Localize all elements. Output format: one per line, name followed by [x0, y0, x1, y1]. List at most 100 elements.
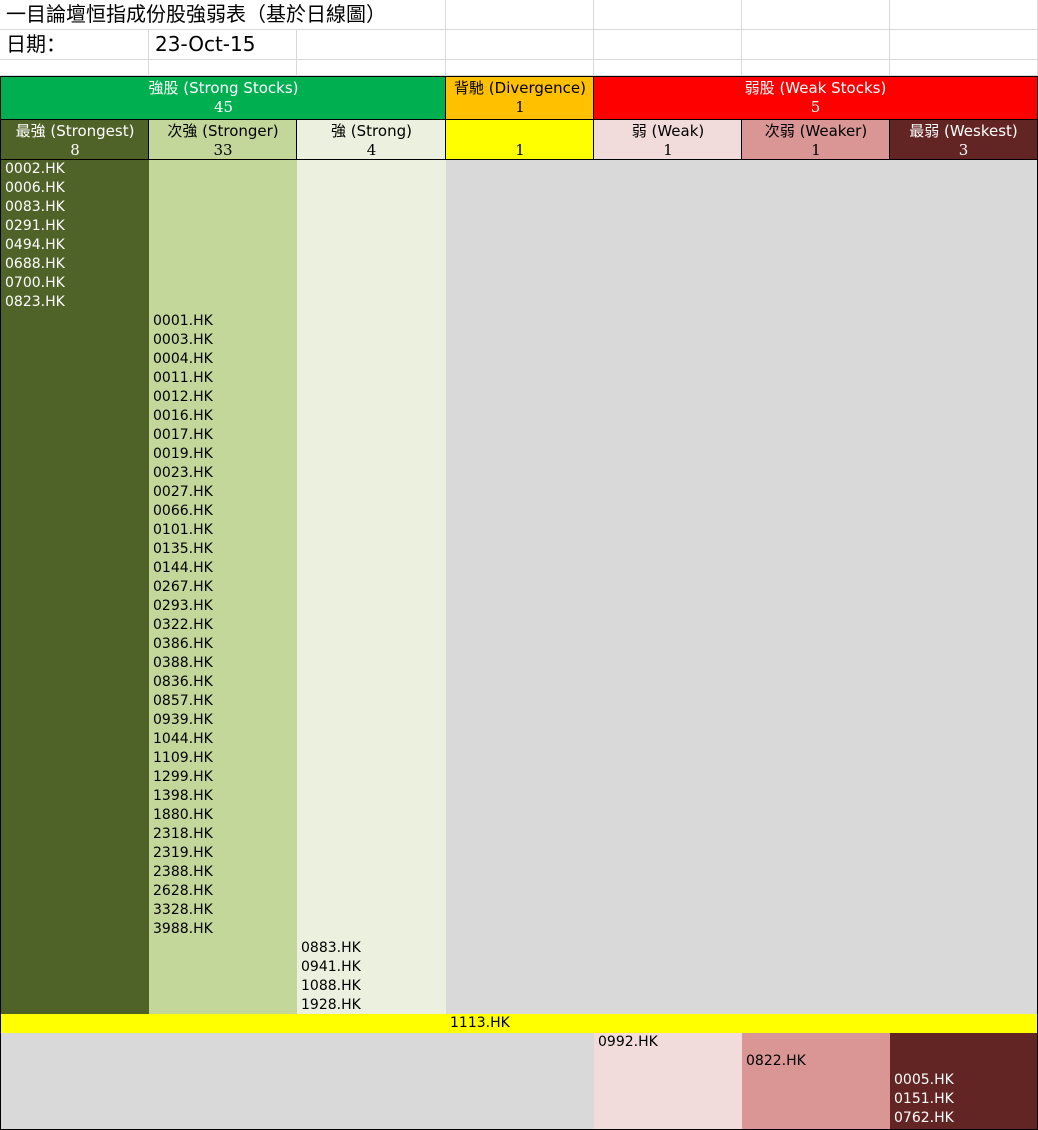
table-border — [741, 119, 742, 160]
table-border — [0, 76, 1038, 77]
empty-cell[interactable] — [0, 60, 149, 76]
stock-code[interactable]: 0836.HK — [149, 673, 297, 692]
stock-code[interactable]: 1398.HK — [149, 787, 297, 806]
empty-cell[interactable] — [594, 30, 742, 60]
stock-code[interactable]: 0293.HK — [149, 597, 297, 616]
empty-cell[interactable] — [594, 60, 742, 76]
empty-cell[interactable] — [742, 0, 890, 30]
empty-cell[interactable] — [446, 0, 594, 30]
empty-cell[interactable] — [149, 60, 297, 76]
stock-code[interactable]: 0992.HK — [594, 1033, 742, 1052]
stock-code[interactable]: 0883.HK — [297, 939, 446, 958]
stock-code[interactable]: 0002.HK — [1, 160, 149, 179]
stock-code[interactable]: 1044.HK — [149, 730, 297, 749]
empty-cell[interactable] — [890, 30, 1038, 60]
subheader-strong[interactable]: 強 (Strong) 4 — [297, 120, 446, 160]
subheader-divergence[interactable]: 1 — [446, 120, 594, 160]
stock-code[interactable]: 0027.HK — [149, 483, 297, 502]
subheader-label: 最強 (Strongest) — [15, 122, 135, 140]
stock-code[interactable]: 0941.HK — [297, 958, 446, 977]
stock-code[interactable]: 0700.HK — [1, 274, 149, 293]
subheader-weak[interactable]: 弱 (Weak) 1 — [594, 120, 742, 160]
stock-code[interactable]: 0023.HK — [149, 464, 297, 483]
sheet-title[interactable]: 一目論壇恒指成份股強弱表（基於日線圖） — [0, 0, 446, 30]
stock-code[interactable]: 2628.HK — [149, 882, 297, 901]
stock-code[interactable]: 1880.HK — [149, 806, 297, 825]
date-value[interactable]: 23-Oct-15 — [149, 30, 297, 60]
subheader-label: 最弱 (Weskest) — [909, 122, 1018, 140]
subheader-count: 4 — [366, 141, 377, 159]
subheader-label: 次弱 (Weaker) — [764, 122, 868, 140]
stock-code[interactable]: 1113.HK — [446, 1014, 594, 1033]
stock-code[interactable]: 0083.HK — [1, 198, 149, 217]
stock-code[interactable]: 0012.HK — [149, 388, 297, 407]
empty-cell[interactable] — [594, 0, 742, 30]
group-header-strong[interactable]: 強股 (Strong Stocks) 45 — [1, 77, 446, 120]
stock-code[interactable]: 0011.HK — [149, 369, 297, 388]
stock-code[interactable]: 2318.HK — [149, 825, 297, 844]
empty-cell[interactable] — [446, 30, 594, 60]
table-border — [296, 119, 297, 160]
stock-code[interactable]: 3988.HK — [149, 920, 297, 939]
stock-code[interactable]: 0101.HK — [149, 521, 297, 540]
empty-cell[interactable] — [446, 60, 594, 76]
group-header-weak[interactable]: 弱股 (Weak Stocks) 5 — [594, 77, 1037, 120]
stock-code[interactable]: 0151.HK — [890, 1090, 1037, 1109]
column-weaker — [742, 1033, 890, 1129]
stock-code[interactable]: 0291.HK — [1, 217, 149, 236]
empty-cell[interactable] — [297, 60, 446, 76]
stock-code[interactable]: 0016.HK — [149, 407, 297, 426]
date-label[interactable]: 日期： — [0, 30, 149, 60]
stock-code[interactable]: 1299.HK — [149, 768, 297, 787]
empty-region-right — [446, 160, 1037, 1014]
empty-cell[interactable] — [890, 0, 1038, 30]
group-label-strong: 強股 (Strong Stocks) — [148, 79, 299, 97]
stock-code[interactable]: 0823.HK — [1, 293, 149, 312]
stock-code[interactable]: 0135.HK — [149, 540, 297, 559]
stock-code[interactable]: 3328.HK — [149, 901, 297, 920]
group-count-weak: 5 — [810, 98, 821, 116]
stock-code[interactable]: 1088.HK — [297, 977, 446, 996]
table-border — [0, 159, 1038, 160]
stock-code[interactable]: 0857.HK — [149, 692, 297, 711]
spreadsheet: 一目論壇恒指成份股強弱表（基於日線圖） 日期： 23-Oct-15 強股 (St… — [0, 0, 1038, 1130]
group-count-divergence: 1 — [515, 98, 525, 116]
subheader-weaker[interactable]: 次弱 (Weaker) 1 — [742, 120, 890, 160]
stock-code[interactable]: 0939.HK — [149, 711, 297, 730]
stock-code[interactable]: 0822.HK — [742, 1052, 890, 1071]
stock-code[interactable]: 0004.HK — [149, 350, 297, 369]
stock-code[interactable]: 0066.HK — [149, 502, 297, 521]
stock-code[interactable]: 2319.HK — [149, 844, 297, 863]
empty-cell[interactable] — [890, 60, 1038, 76]
empty-cell[interactable] — [297, 30, 446, 60]
stock-code[interactable]: 0001.HK — [149, 312, 297, 331]
stock-code[interactable]: 0006.HK — [1, 179, 149, 198]
empty-cell[interactable] — [742, 30, 890, 60]
subheader-count: 8 — [70, 141, 80, 159]
stock-code[interactable]: 0762.HK — [890, 1109, 1037, 1128]
column-strong — [297, 160, 446, 1014]
stock-code[interactable]: 0388.HK — [149, 654, 297, 673]
stock-code[interactable]: 0005.HK — [890, 1071, 1037, 1090]
stock-code[interactable]: 0688.HK — [1, 255, 149, 274]
subheader-label: 次強 (Stronger) — [167, 122, 279, 140]
stock-code[interactable]: 2388.HK — [149, 863, 297, 882]
stock-code[interactable]: 0386.HK — [149, 635, 297, 654]
stock-code[interactable]: 0003.HK — [149, 331, 297, 350]
stock-code[interactable]: 1928.HK — [297, 996, 446, 1015]
group-header-divergence[interactable]: 背馳 (Divergence) 1 — [446, 77, 594, 120]
group-count-strong: 45 — [213, 98, 234, 116]
stock-code[interactable]: 0019.HK — [149, 445, 297, 464]
stock-code[interactable]: 0494.HK — [1, 236, 149, 255]
subheader-label: 強 (Strong) — [331, 122, 412, 140]
stock-code[interactable]: 0322.HK — [149, 616, 297, 635]
subheader-weakest[interactable]: 最弱 (Weskest) 3 — [890, 120, 1037, 160]
subheader-strongest[interactable]: 最強 (Strongest) 8 — [1, 120, 149, 160]
subheader-stronger[interactable]: 次強 (Stronger) 33 — [149, 120, 297, 160]
subheader-label — [518, 122, 523, 140]
stock-code[interactable]: 0267.HK — [149, 578, 297, 597]
empty-cell[interactable] — [742, 60, 890, 76]
stock-code[interactable]: 1109.HK — [149, 749, 297, 768]
stock-code[interactable]: 0144.HK — [149, 559, 297, 578]
stock-code[interactable]: 0017.HK — [149, 426, 297, 445]
